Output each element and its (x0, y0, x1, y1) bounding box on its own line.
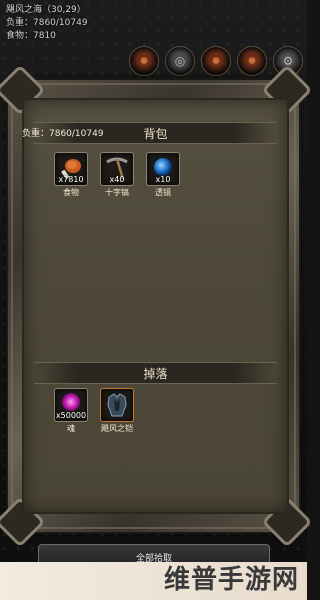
item-name: 食物 (63, 188, 79, 197)
drop-items: x50000 魂 飓风之铠 (54, 388, 134, 434)
item-name: 魂 (67, 424, 75, 433)
item-box[interactable]: x50000 (54, 388, 88, 422)
watermark: 维普手游网 (163, 565, 299, 595)
item-box[interactable]: x40 (100, 152, 134, 186)
item-box[interactable]: x10 (146, 152, 180, 186)
bag-item-lens[interactable]: x10 透镜 (146, 152, 180, 198)
fire-icon[interactable]: ✹ (201, 46, 231, 76)
item-box[interactable]: x7810 (54, 152, 88, 186)
item-qty: x10 (155, 175, 171, 184)
item-name: 十字镐 (105, 188, 129, 197)
drop-item-armor[interactable]: 飓风之铠 (100, 388, 134, 434)
item-box[interactable] (100, 388, 134, 422)
fire-icon[interactable]: ✹ (237, 46, 267, 76)
item-qty: x50000 (55, 411, 87, 420)
item-qty: x40 (109, 175, 125, 184)
load-label: 负重：7860/10749 (6, 18, 88, 28)
fire-icon[interactable]: ✹ (129, 46, 159, 76)
bag-items: x7810 食物 x40 十字镐 x10 透镜 (54, 152, 180, 198)
armor-icon (107, 393, 127, 417)
inventory-panel: 背包 x7810 食物 x40 十字镐 x10 透镜 掉落 x50000 魂 飓… (22, 98, 289, 514)
item-qty: x7810 (58, 175, 84, 184)
bag-title: 背包 (143, 126, 168, 141)
bag-item-pickaxe[interactable]: x40 十字镐 (100, 152, 134, 198)
item-name: 透镜 (155, 188, 171, 197)
food-label: 食物：7810 (6, 31, 56, 41)
location-label: 飓风之海（30,29） (6, 5, 86, 15)
bag-item-food[interactable]: x7810 食物 (54, 152, 88, 198)
drop-item-soul[interactable]: x50000 魂 (54, 388, 88, 434)
target-icon[interactable]: ◎ (165, 46, 195, 76)
bag-weight: 负重：7860/10749 (22, 129, 104, 139)
drop-title: 掉落 (143, 366, 168, 381)
top-icon-bar: ✹ ◎ ✹ ✹ ⚙ (129, 46, 303, 76)
item-name: 飓风之铠 (101, 424, 133, 433)
top-info: 飓风之海（30,29） 负重：7860/10749 食物：7810 (6, 4, 88, 43)
drop-title-bar: 掉落 (34, 362, 277, 384)
